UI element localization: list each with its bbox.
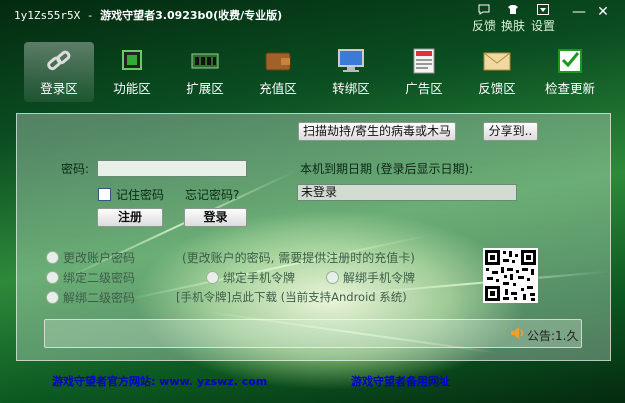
settings-button[interactable]: 设置 [531, 4, 555, 33]
tab-recharge-label: 充值区 [259, 81, 297, 96]
tab-login-label: 登录区 [40, 81, 78, 96]
memory-module-icon [190, 48, 220, 74]
tab-check-update-label: 检查更新 [544, 81, 595, 96]
news-icon [409, 48, 439, 74]
phone-token-download-link[interactable]: [手机令牌]点此下载 (当前支持Android 系统) [176, 289, 407, 305]
tab-features[interactable]: 功能区 [97, 42, 167, 102]
unbind-phone-token-label: 解绑手机令牌 [343, 271, 416, 285]
tab-transfer[interactable]: 转绑区 [316, 42, 386, 102]
chain-link-icon [44, 48, 74, 74]
change-password-radio[interactable] [46, 251, 59, 264]
chip-icon [117, 48, 147, 74]
minimize-button[interactable]: — [570, 4, 588, 20]
bind-phone-token-label: 绑定手机令牌 [223, 271, 296, 285]
tab-feedback[interactable]: 反馈区 [462, 42, 532, 102]
title-separator: - [86, 9, 94, 22]
login-status-field: 未登录 [297, 184, 517, 201]
notice-bar [44, 319, 582, 348]
remember-password-checkbox[interactable] [98, 188, 111, 201]
register-button[interactable]: 注册 [97, 208, 163, 227]
monitor-icon [336, 48, 366, 74]
dropdown-icon [531, 4, 555, 19]
main-toolbar: 登录区 功能区 扩展区 充值区 转绑区 广告区 反馈区 检查更新 [0, 42, 625, 104]
official-site-link[interactable]: 游戏守望者官方网站: www. yzswz. com [52, 373, 267, 389]
app-window: 1y1Zs55r5X - 游戏守望者3.0923b0(收费/专业版) 反馈 换肤… [0, 0, 625, 403]
scan-virus-button[interactable]: 扫描劫持/寄生的病毒或木马 [298, 122, 456, 141]
skin-button[interactable]: 换肤 [501, 4, 525, 33]
shirt-icon [501, 4, 525, 19]
tab-features-label: 功能区 [113, 81, 151, 96]
tab-extensions[interactable]: 扩展区 [170, 42, 240, 102]
qr-code [483, 248, 538, 303]
feedback-button[interactable]: 反馈 [472, 4, 496, 33]
password-field[interactable] [97, 160, 247, 177]
backup-site-link[interactable]: 游戏守望者备用网址 [351, 373, 450, 389]
speaker-icon [510, 326, 526, 343]
tab-ads[interactable]: 广告区 [389, 42, 459, 102]
password-label: 密码: [61, 162, 90, 176]
window-id: 1y1Zs55r5X [14, 9, 81, 22]
unbind-secondary-label: 解绑二级密码 [63, 291, 136, 305]
tab-transfer-label: 转绑区 [332, 81, 370, 96]
tab-extensions-label: 扩展区 [186, 81, 224, 96]
settings-label: 设置 [531, 19, 556, 33]
chat-bubble-icon [472, 4, 496, 19]
unbind-phone-token-radio[interactable] [326, 271, 339, 284]
wallet-icon [263, 48, 293, 74]
feedback-label: 反馈 [472, 19, 497, 33]
forgot-password-link[interactable]: 忘记密码? [185, 186, 239, 203]
change-password-label: 更改账户密码 [63, 251, 136, 265]
skin-label: 换肤 [501, 19, 526, 33]
remember-password-label: 记住密码 [116, 188, 165, 202]
expiry-label: 本机到期日期 (登录后显示日期): [300, 162, 474, 176]
tab-feedback-label: 反馈区 [478, 81, 516, 96]
notice-text[interactable]: 公告:1.久 [527, 327, 579, 344]
change-password-hint: (更改账户的密码, 需要提供注册时的充值卡) [182, 251, 415, 265]
checkbox-update-icon [555, 48, 585, 74]
envelope-icon [482, 48, 512, 74]
tab-recharge[interactable]: 充值区 [243, 42, 313, 102]
login-button[interactable]: 登录 [184, 208, 247, 227]
title-bar[interactable]: 1y1Zs55r5X - 游戏守望者3.0923b0(收费/专业版) 反馈 换肤… [0, 0, 625, 33]
unbind-secondary-radio[interactable] [46, 291, 59, 304]
bind-phone-token-radio[interactable] [206, 271, 219, 284]
share-button[interactable]: 分享到.. [483, 122, 538, 141]
tab-login[interactable]: 登录区 [24, 42, 94, 102]
window-title-text: 游戏守望者3.0923b0(收费/专业版) [100, 9, 283, 22]
close-button[interactable]: ✕ [594, 4, 612, 20]
tab-check-update[interactable]: 检查更新 [535, 42, 605, 102]
window-title: 1y1Zs55r5X - 游戏守望者3.0923b0(收费/专业版) [14, 7, 282, 23]
tab-ads-label: 广告区 [405, 81, 443, 96]
bind-secondary-label: 绑定二级密码 [63, 271, 136, 285]
bind-secondary-radio[interactable] [46, 271, 59, 284]
